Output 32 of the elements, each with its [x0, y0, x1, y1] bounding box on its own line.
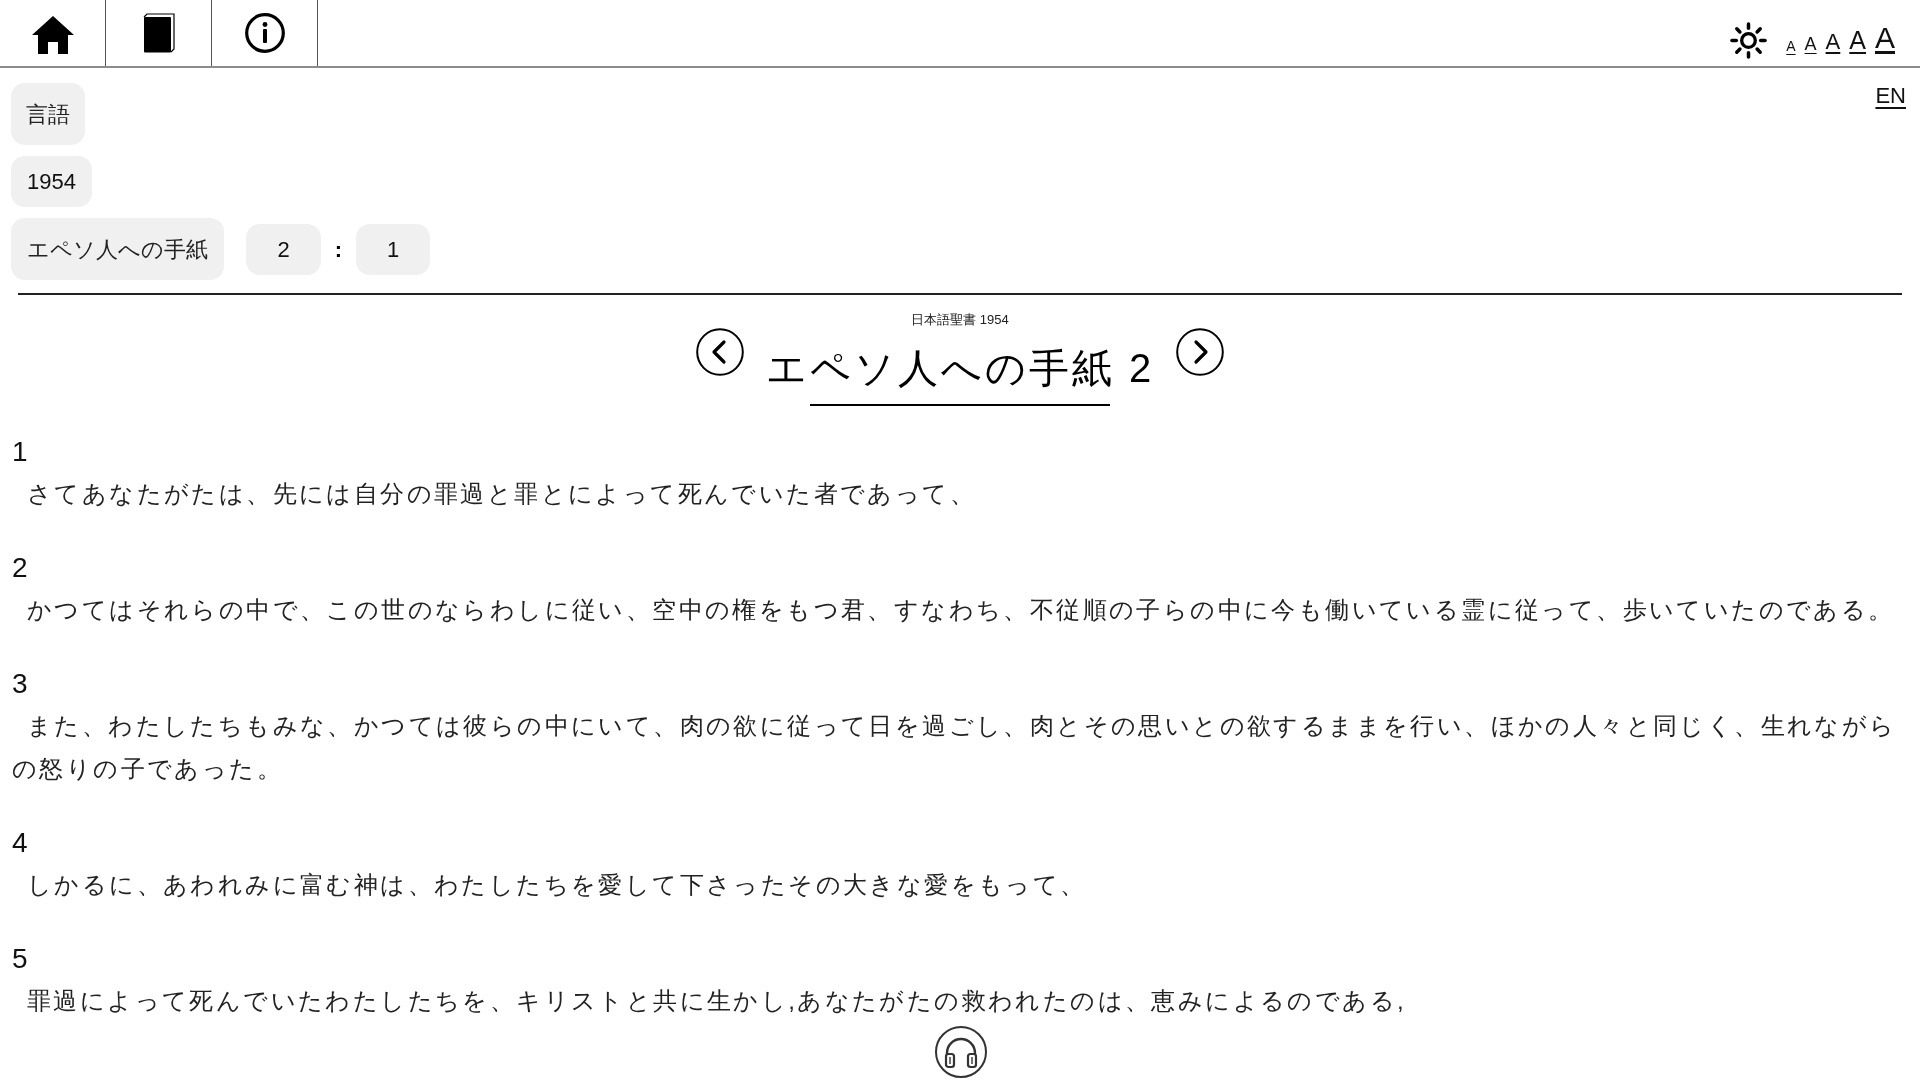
verse-text: さてあなたがたは、先には自分の罪過と罪とによって死んでいた者であって、: [26, 479, 977, 509]
font-size-link[interactable]: A: [1849, 28, 1866, 53]
font-size-link[interactable]: A: [1804, 35, 1817, 53]
verse-number: 2: [12, 551, 29, 585]
headphones-icon: [943, 1035, 979, 1069]
verse-text: 罪過によって死んでいたわたしたちを、キリストと共に生かし,あなたがたの救われたのは、恵みによるのである,: [26, 986, 1408, 1016]
font-size-link[interactable]: A: [1786, 39, 1796, 53]
font-size-link[interactable]: A: [1825, 31, 1841, 53]
verse-selector[interactable]: 1: [356, 223, 430, 275]
verse-text: しかるに、あわれみに富む神は、わたしたちを愛して下さったその大きな愛をもって、: [26, 870, 1088, 900]
version-selector[interactable]: 1954: [11, 156, 92, 207]
info-icon: [244, 13, 285, 53]
language-selector[interactable]: 言語: [11, 83, 85, 145]
verse-number: 1: [12, 435, 29, 469]
chapter-title: エペソ人への手紙 2: [765, 345, 1155, 392]
verse-text: また、わたしたちもみな、かつては彼らの中にいて、肉の欲に従って日を過ごし、肉とその思いとの欲するままを行い、ほかの人々と同じく、生れながらの怒りの子であった。: [12, 711, 1898, 784]
previous-chapter-button[interactable]: [695, 328, 744, 376]
verse-text: かつてはそれらの中で、この世のならわしに従い、空中の権をもつ君、すなわち、不従順の子らの中に今も働いている霊に従って、歩いていたのである。: [26, 595, 1896, 625]
verse-number: 3: [12, 667, 29, 701]
book-selector[interactable]: エペソ人への手紙: [11, 218, 224, 280]
verse-number: 4: [12, 826, 29, 860]
home-icon: [31, 16, 74, 54]
language-link[interactable]: EN: [1875, 83, 1906, 109]
chapter-selector[interactable]: 2: [246, 223, 321, 275]
sun-icon[interactable]: [1730, 22, 1768, 59]
verse-number: 5: [12, 942, 29, 976]
bible-version-name: 日本語聖書 1954: [911, 313, 1009, 326]
audio-button[interactable]: [935, 1026, 987, 1078]
book-icon: [142, 13, 175, 53]
chapter-verse-separator: :: [333, 235, 344, 264]
next-chapter-button[interactable]: [1176, 328, 1225, 376]
font-size-link[interactable]: A: [1875, 23, 1895, 53]
